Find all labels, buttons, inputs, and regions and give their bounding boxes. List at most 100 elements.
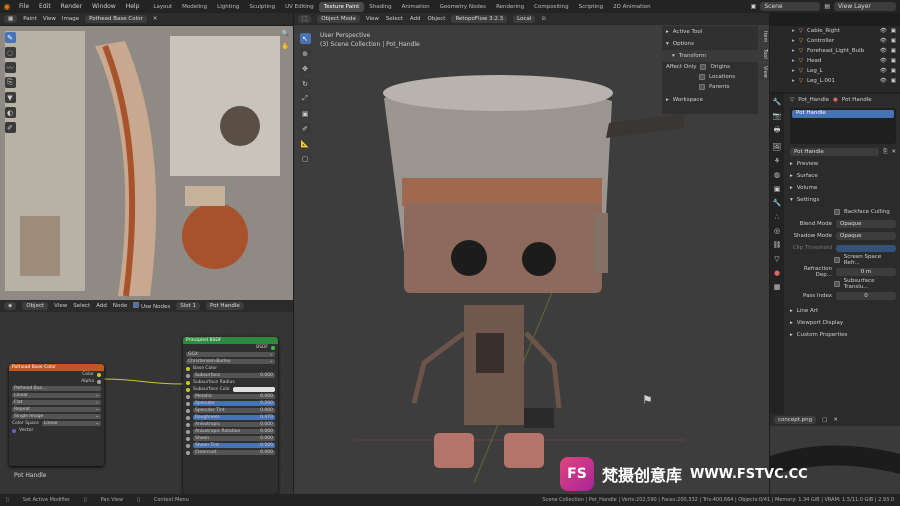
parents-checkbox[interactable] bbox=[699, 84, 705, 90]
value-field[interactable]: Roughness 0.470 bbox=[193, 415, 275, 420]
value-field[interactable]: Specular Tint 0.000 bbox=[193, 408, 275, 413]
editor-type-button[interactable]: ▦ bbox=[4, 15, 18, 23]
section-preview[interactable]: ▸ Preview bbox=[786, 158, 900, 170]
distribution-select[interactable]: GGX ⌄ bbox=[186, 352, 275, 357]
3d-viewport[interactable]: ⬚ Object Mode View Select Add Object Retopo… bbox=[294, 13, 769, 494]
modifier-tab-icon[interactable]: 🔧 bbox=[773, 199, 782, 207]
color-socket[interactable] bbox=[97, 372, 101, 377]
physics-tab-icon[interactable]: ◎ bbox=[774, 227, 780, 235]
shadow-mode-select[interactable]: Opaque bbox=[836, 232, 896, 240]
expand-icon[interactable]: ▸ bbox=[792, 78, 795, 84]
image-field[interactable]: Pothead Bas... bbox=[12, 386, 101, 391]
expand-icon[interactable]: ▸ bbox=[792, 58, 795, 64]
source-select[interactable]: Single Image ⌄ bbox=[12, 414, 101, 419]
uv-texture-canvas[interactable]: ✎ ◌ 〰 ⎘ ▼ ◐ ✐ 🔍 ✋ bbox=[0, 26, 293, 300]
view-layer-tab-icon[interactable]: 🖼 bbox=[773, 143, 782, 151]
value-field[interactable]: Clearcoat 0.000 bbox=[193, 450, 275, 455]
menu-edit[interactable]: Edit bbox=[34, 3, 56, 10]
workspace-tab-modeling[interactable]: Modeling bbox=[177, 2, 212, 12]
reference-image-selector[interactable]: concept.png bbox=[774, 416, 817, 424]
menu-window[interactable]: Window bbox=[87, 3, 121, 10]
fill-tool[interactable]: ▼ bbox=[4, 92, 16, 103]
annotate-tool[interactable]: ✐ bbox=[4, 122, 16, 133]
value-field[interactable]: Sheen Tint 0.500 bbox=[193, 443, 275, 448]
projection-select[interactable]: Flat ⌄ bbox=[12, 400, 101, 405]
transform-tool[interactable]: ▣ bbox=[299, 108, 311, 119]
principled-bsdf-node[interactable]: Principled BSDF BSDF GGX ⌄ Christensen-Bu… bbox=[183, 337, 278, 494]
origins-checkbox[interactable] bbox=[700, 64, 707, 70]
move-tool[interactable]: ✥ bbox=[299, 63, 311, 74]
workspace-tab-scripting[interactable]: Scripting bbox=[574, 2, 608, 12]
bsdf-input-row[interactable]: Anisotropic Rotation 0.000 bbox=[183, 428, 278, 435]
render-camera-icon[interactable]: ▣ bbox=[891, 68, 900, 74]
view-layer-selector[interactable]: View Layer bbox=[834, 2, 896, 11]
outliner-item[interactable]: ▸ ▽ Leg_L.001 👁 ▣ bbox=[770, 76, 900, 86]
bsdf-input-row[interactable]: Base Color bbox=[183, 365, 278, 372]
viewport-menu-add[interactable]: Add bbox=[410, 16, 421, 22]
hand-pan-icon[interactable]: ✋ bbox=[282, 43, 289, 50]
n-tab-tool[interactable]: Tool bbox=[758, 47, 769, 62]
color-swatch[interactable] bbox=[232, 387, 275, 392]
section-custom-properties[interactable]: ▸ Custom Properties bbox=[786, 329, 900, 341]
alpha-socket[interactable] bbox=[97, 379, 101, 384]
input-socket[interactable] bbox=[186, 436, 190, 441]
material-name-field[interactable]: Pot Handle bbox=[790, 148, 879, 156]
snap-icon[interactable]: ⊙ bbox=[541, 16, 546, 22]
outliner-item[interactable]: ▸ ▽ Leg_L 👁 ▣ bbox=[770, 66, 900, 76]
input-socket[interactable] bbox=[186, 373, 190, 378]
active-tool-section[interactable]: ▸ Active Tool bbox=[662, 26, 758, 38]
section-line-art[interactable]: ▸ Line Art bbox=[786, 305, 900, 317]
object-tab-icon[interactable]: ▣ bbox=[774, 185, 781, 193]
bsdf-input-row[interactable]: Subsurface Colo bbox=[183, 386, 278, 393]
workspace-tab-texture-paint[interactable]: Texture Paint bbox=[318, 1, 365, 12]
value-field[interactable]: Anisotropic 0.000 bbox=[193, 422, 275, 427]
node-editor-type-button[interactable]: ◈ bbox=[4, 302, 17, 310]
expand-icon[interactable]: ▸ bbox=[792, 28, 795, 34]
slot-selector[interactable]: Slot 1 bbox=[176, 302, 200, 310]
duplicate-icon[interactable]: ⎘ bbox=[883, 149, 887, 156]
orientation-selector[interactable]: Local bbox=[513, 15, 536, 23]
workspace-tab-uv-editing[interactable]: UV Editing bbox=[280, 2, 319, 12]
section-viewport-display[interactable]: ▸ Viewport Display bbox=[786, 317, 900, 329]
image-selector[interactable]: Pothead Base Color bbox=[85, 15, 147, 23]
render-camera-icon[interactable]: ▣ bbox=[891, 38, 900, 44]
object-mode-selector[interactable]: Object Mode bbox=[317, 15, 360, 23]
input-socket[interactable] bbox=[186, 366, 190, 371]
material-tab-icon[interactable]: ● bbox=[774, 269, 780, 277]
value-field[interactable]: Subsurface 0.000 bbox=[193, 373, 275, 378]
shader-type-selector[interactable]: Object bbox=[22, 302, 49, 310]
camera-icon[interactable]: ⚑ bbox=[642, 393, 653, 407]
pass-index-field[interactable]: 0 bbox=[836, 292, 896, 300]
workspace-tab-rendering[interactable]: Rendering bbox=[491, 2, 529, 12]
visibility-eye-icon[interactable]: 👁 bbox=[880, 68, 887, 74]
viewport-menu-select[interactable]: Select bbox=[386, 16, 403, 22]
expand-icon[interactable]: ▸ bbox=[792, 48, 795, 54]
soften-tool[interactable]: ◌ bbox=[4, 47, 16, 58]
value-field[interactable]: Sheen 0.000 bbox=[193, 436, 275, 441]
bsdf-input-row[interactable]: Subsurface Radius bbox=[183, 379, 278, 386]
node-menu-add[interactable]: Add bbox=[96, 303, 107, 309]
workspace-tab-geometry-nodes[interactable]: Geometry Nodes bbox=[435, 2, 491, 12]
sst-checkbox[interactable] bbox=[834, 281, 840, 287]
bsdf-input-row[interactable]: Subsurface 0.000 bbox=[183, 372, 278, 379]
scene-selector[interactable]: Scene bbox=[760, 2, 821, 11]
bsdf-input-row[interactable]: Specular 0.200 bbox=[183, 400, 278, 407]
image-texture-node[interactable]: Pothead Base Color Color Alpha Pothead B… bbox=[9, 364, 104, 466]
menu-file[interactable]: File bbox=[14, 3, 34, 10]
transform-subsection[interactable]: ▾ Transform bbox=[662, 50, 758, 62]
workspace-tab-layout[interactable]: Layout bbox=[148, 2, 177, 12]
vector-socket[interactable] bbox=[12, 428, 16, 433]
add-cube-tool[interactable]: ▢ bbox=[299, 153, 311, 164]
menu-help[interactable]: Help bbox=[121, 3, 145, 10]
input-socket[interactable] bbox=[186, 380, 190, 385]
bsdf-input-row[interactable]: Sheen Tint 0.500 bbox=[183, 442, 278, 449]
render-camera-icon[interactable]: ▣ bbox=[891, 58, 900, 64]
render-tab-icon[interactable]: 📷 bbox=[773, 112, 782, 120]
outliner-item[interactable]: ▸ ▽ Forehead_Light_Bulb 👁 ▣ bbox=[770, 46, 900, 56]
input-socket[interactable] bbox=[186, 387, 190, 392]
viewport-menu-view[interactable]: View bbox=[366, 16, 379, 22]
close-icon[interactable]: ✕ bbox=[833, 417, 838, 423]
viewport-menu-object[interactable]: Object bbox=[428, 16, 446, 22]
blender-logo-icon[interactable]: ◉ bbox=[0, 2, 14, 11]
outliner-item[interactable]: ▸ ▽ Cable_Right 👁 ▣ bbox=[770, 26, 900, 36]
